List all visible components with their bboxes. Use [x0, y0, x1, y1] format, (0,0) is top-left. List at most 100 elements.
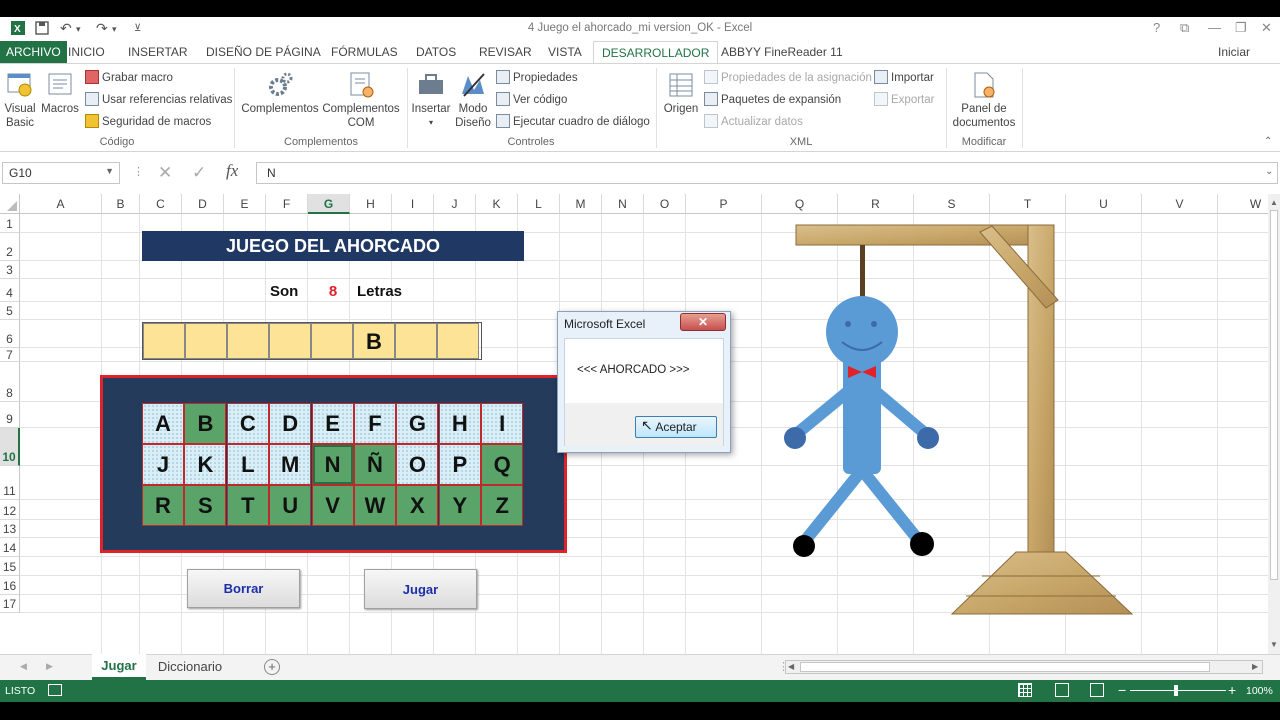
letter-key[interactable]: B: [184, 403, 227, 444]
letter-key[interactable]: J: [142, 444, 184, 485]
complementos-com-button[interactable]: Complementos COM: [320, 66, 402, 130]
tab-inicio[interactable]: INICIO: [60, 41, 113, 64]
row-header[interactable]: 13: [0, 520, 20, 538]
scroll-right-icon[interactable]: ▶: [1252, 662, 1258, 671]
close-button[interactable]: ✕: [1261, 20, 1272, 36]
letter-key[interactable]: X: [396, 485, 439, 526]
name-box-dropdown-icon[interactable]: ▼: [105, 166, 114, 176]
column-header[interactable]: I: [392, 194, 434, 214]
letter-key[interactable]: V: [311, 485, 354, 526]
letter-key[interactable]: D: [269, 403, 312, 444]
column-header[interactable]: H: [350, 194, 392, 214]
actualizar-datos-button[interactable]: Actualizar datos: [704, 112, 803, 132]
letter-key[interactable]: F: [354, 403, 396, 444]
letter-key[interactable]: I: [481, 403, 524, 444]
restore-button[interactable]: ❐: [1235, 20, 1247, 36]
horizontal-scrollbar[interactable]: ◀ ▶: [785, 660, 1263, 674]
macros-button[interactable]: Macros: [40, 66, 80, 116]
tab-vista[interactable]: VISTA: [540, 41, 590, 64]
row-header[interactable]: 16: [0, 576, 20, 595]
sheet-tab-jugar[interactable]: Jugar: [92, 654, 146, 680]
collapse-ribbon-icon[interactable]: ⌃: [1264, 136, 1272, 147]
formula-input[interactable]: N: [256, 162, 1278, 184]
zoom-level[interactable]: 100%: [1246, 685, 1273, 697]
row-header[interactable]: 12: [0, 500, 20, 520]
scroll-down-icon[interactable]: ▼: [1270, 640, 1278, 649]
column-header[interactable]: S: [914, 194, 990, 214]
select-all-corner[interactable]: [0, 194, 20, 214]
tab-abbyy[interactable]: ABBYY FineReader 11: [713, 41, 851, 64]
letter-key[interactable]: T: [226, 485, 269, 526]
paquetes-expansion-button[interactable]: Paquetes de expansión: [704, 90, 841, 110]
seguridad-macros-button[interactable]: Seguridad de macros: [85, 112, 211, 132]
vertical-scrollbar[interactable]: ▲ ▼: [1268, 194, 1280, 654]
horizontal-scroll-thumb[interactable]: [800, 662, 1210, 672]
row-header[interactable]: 17: [0, 595, 20, 613]
column-header[interactable]: W: [1218, 194, 1268, 214]
column-header[interactable]: U: [1066, 194, 1142, 214]
exportar-button[interactable]: Exportar: [874, 90, 934, 110]
sheet-next-icon[interactable]: ▶: [46, 661, 53, 672]
tab-insertar[interactable]: INSERTAR: [120, 41, 196, 64]
borrar-button[interactable]: Borrar: [187, 569, 300, 608]
vertical-scroll-thumb[interactable]: [1270, 210, 1278, 580]
letter-key[interactable]: M: [269, 444, 312, 485]
help-button[interactable]: ?: [1153, 20, 1160, 35]
column-header[interactable]: P: [686, 194, 762, 214]
row-header[interactable]: 4: [0, 279, 20, 302]
zoom-out-icon[interactable]: −: [1118, 682, 1126, 698]
tab-revisar[interactable]: REVISAR: [471, 41, 540, 64]
page-break-view-icon[interactable]: [1090, 683, 1104, 697]
row-header[interactable]: 10: [0, 428, 20, 466]
jugar-button[interactable]: Jugar: [364, 569, 477, 609]
letter-key[interactable]: K: [184, 444, 227, 485]
row-header[interactable]: 8: [0, 362, 20, 402]
propiedades-button[interactable]: Propiedades: [496, 68, 578, 88]
column-header[interactable]: L: [518, 194, 560, 214]
tab-formulas[interactable]: FÓRMULAS: [323, 41, 406, 64]
macro-record-icon[interactable]: [48, 684, 62, 696]
tab-archivo[interactable]: ARCHIVO: [0, 41, 67, 64]
expand-formula-icon[interactable]: ⌄: [1265, 166, 1273, 177]
column-header[interactable]: Q: [762, 194, 838, 214]
grabar-macro-button[interactable]: Grabar macro: [85, 68, 173, 88]
letter-key[interactable]: R: [142, 485, 184, 526]
column-header[interactable]: O: [644, 194, 686, 214]
tab-datos[interactable]: DATOS: [408, 41, 464, 64]
column-header[interactable]: A: [20, 194, 102, 214]
tab-diseno-pagina[interactable]: DISEÑO DE PÁGINA: [198, 41, 329, 64]
zoom-slider-thumb[interactable]: [1174, 685, 1178, 696]
normal-view-icon[interactable]: [1018, 683, 1032, 697]
letter-key[interactable]: P: [438, 444, 481, 485]
origen-button[interactable]: Origen: [660, 66, 702, 116]
row-header[interactable]: 7: [0, 348, 20, 362]
name-box[interactable]: G10 ▼: [2, 162, 120, 184]
row-header[interactable]: 3: [0, 261, 20, 279]
column-header[interactable]: J: [434, 194, 476, 214]
complementos-button[interactable]: Complementos: [240, 66, 320, 116]
column-header[interactable]: M: [560, 194, 602, 214]
scroll-up-icon[interactable]: ▲: [1270, 198, 1278, 207]
column-header[interactable]: G: [308, 194, 350, 214]
letter-key[interactable]: E: [311, 403, 354, 444]
zoom-in-icon[interactable]: +: [1228, 682, 1236, 698]
minimize-button[interactable]: —: [1208, 20, 1221, 35]
insertar-control-button[interactable]: Insertar ▾: [410, 66, 452, 130]
column-header[interactable]: K: [476, 194, 518, 214]
visual-basic-button[interactable]: Visual Basic: [2, 66, 38, 130]
row-header[interactable]: 1: [0, 214, 20, 233]
modo-diseno-button[interactable]: Modo Diseño: [452, 66, 494, 130]
column-header[interactable]: T: [990, 194, 1066, 214]
letter-key[interactable]: S: [184, 485, 227, 526]
row-header[interactable]: 2: [0, 233, 20, 261]
row-header[interactable]: 9: [0, 402, 20, 428]
letter-key[interactable]: Z: [481, 485, 524, 526]
letter-key[interactable]: Q: [481, 444, 524, 485]
letter-key[interactable]: L: [226, 444, 269, 485]
confirm-entry-icon[interactable]: ✓: [192, 163, 206, 183]
letter-key[interactable]: N: [311, 444, 354, 485]
letter-key[interactable]: G: [396, 403, 439, 444]
importar-button[interactable]: Importar: [874, 68, 934, 88]
column-header[interactable]: B: [102, 194, 140, 214]
column-header[interactable]: V: [1142, 194, 1218, 214]
